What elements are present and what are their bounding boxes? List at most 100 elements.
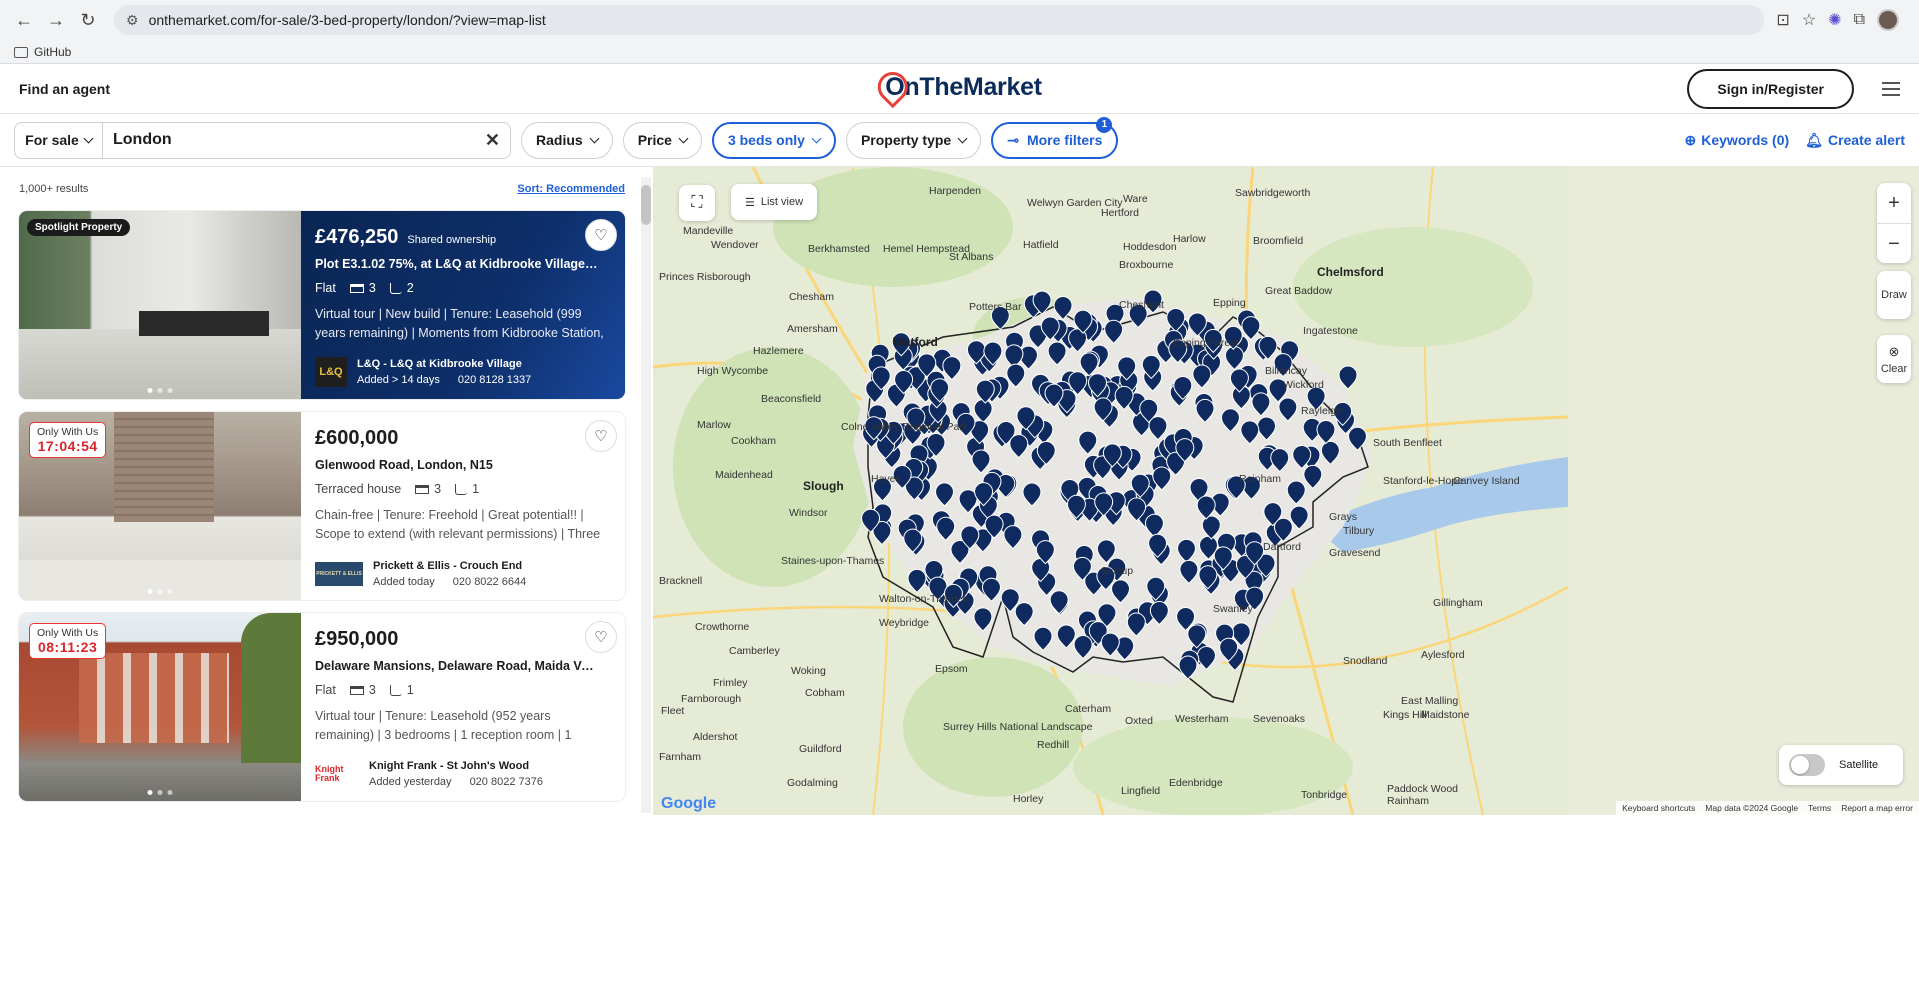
beds-label: 3 beds only [727,132,805,148]
more-filters-button[interactable]: ⊸ More filters 1 [991,116,1119,159]
bed-count: 3 [434,482,442,496]
photo-dots[interactable] [147,388,173,393]
beds-filter[interactable]: 3 beds only [711,121,836,159]
map-place-label: Broxbourne [1119,259,1174,271]
bookmark-github[interactable]: GitHub [34,45,71,59]
create-alert-button[interactable]: 🔔︎ Create alert [1805,132,1905,149]
bath-icon [389,684,402,696]
radius-label: Radius [536,132,583,148]
draw-button[interactable]: Draw [1877,271,1911,319]
bookmark-star-icon[interactable]: ☆ [1802,10,1816,30]
address-bar[interactable]: ⚙ onthemarket.com/for-sale/3-bed-propert… [114,5,1765,35]
agent-phone[interactable]: 020 8128 1337 [458,374,531,386]
map-footer: Keyboard shortcuts Map data ©2024 Google… [1616,801,1919,815]
listings-scrollbar[interactable] [641,177,651,813]
map-place-label: Hatfield [1023,239,1059,251]
list-view-label: List view [760,196,804,208]
save-heart-icon[interactable]: ♡ [585,621,617,653]
agent-phone[interactable]: 020 8022 6644 [453,576,526,588]
fullscreen-button[interactable]: ⛶ [679,185,715,221]
map-panel[interactable]: ⛶ ☰ List view + − Draw ⊗ Clear Satellite… [653,167,1919,815]
listing-card[interactable]: Spotlight Property £476,250 Shared owner… [19,211,625,399]
agent-phone[interactable]: 020 8022 7376 [470,776,543,788]
save-heart-icon[interactable]: ♡ [585,420,617,452]
more-filters-label: More filters [1026,132,1103,148]
profile-avatar[interactable] [1877,9,1899,31]
report-error-link[interactable]: Report a map error [1841,803,1913,813]
bed-count: 3 [368,281,376,295]
clear-circle-icon: ⊗ [1888,343,1900,359]
for-sale-dropdown[interactable]: For sale [15,122,103,158]
listing-title[interactable]: Glenwood Road, London, N15 [315,458,600,472]
added-date: Added today [373,576,435,588]
menu-icon[interactable] [1882,81,1900,96]
listing-card[interactable]: Only With Us 08:11:23 £950,000 Delaware … [19,613,625,801]
puzzle-icon[interactable]: ⧉ [1854,11,1865,29]
property-type-filter[interactable]: Property type [845,121,982,159]
clear-icon[interactable]: ✕ [485,130,500,151]
zoom-out-icon[interactable]: − [1877,223,1911,263]
listing-title[interactable]: Delaware Mansions, Delaware Road, Maida … [315,659,600,673]
save-heart-icon[interactable]: ♡ [585,219,617,251]
location-input[interactable]: London ✕ [103,123,510,158]
site-info-icon[interactable]: ⚙ [126,12,139,29]
list-view-button[interactable]: ☰ List view [731,184,817,220]
listing-photo[interactable]: Spotlight Property [19,211,301,399]
chevron-down-icon [957,133,968,143]
photo-dots[interactable] [147,589,173,594]
map-place-label: Rayleigh [1301,405,1342,417]
listing-card[interactable]: Only With Us 17:04:54 £600,000 Glenwood … [19,412,625,600]
map-place-label: Westerham [1175,713,1229,725]
map-place-label: Hoddesdon [1123,241,1177,253]
location-value: London [113,131,172,148]
forward-icon[interactable]: → [40,4,72,36]
map-place-label: Potters Bar [969,301,1022,313]
for-sale-label: For sale [25,132,79,148]
zoom-in-icon[interactable]: + [1888,183,1900,223]
keyboard-shortcuts-link[interactable]: Keyboard shortcuts [1622,803,1695,813]
extension-icon[interactable]: ✺ [1828,10,1841,30]
terms-link[interactable]: Terms [1808,803,1831,813]
create-alert-label: Create alert [1827,132,1905,148]
keywords-button[interactable]: ⊕ Keywords (0) [1685,132,1790,149]
agent-name[interactable]: Prickett & Ellis - Crouch End [373,560,526,572]
map-place-label: Wendover [711,239,759,251]
listing-photo[interactable]: Only With Us 17:04:54 [19,412,301,600]
map-place-label: Maidenhead [715,469,773,481]
photo-dots[interactable] [147,790,173,795]
price-label: Price [637,132,672,148]
back-icon[interactable]: ← [8,4,40,36]
map-place-label: South Benfleet [1373,437,1442,449]
onthemarket-logo[interactable]: OnTheMarket [871,65,1042,109]
property-type: Flat [315,281,336,295]
sign-in-button[interactable]: Sign in/Register [1687,68,1854,109]
clear-button[interactable]: ⊗ Clear [1877,335,1911,383]
map-place-label: Horley [1013,793,1044,805]
browser-chrome: ← → ↻ ⚙ onthemarket.com/for-sale/3-bed-p… [0,0,1919,64]
satellite-toggle[interactable]: Satellite [1779,745,1903,785]
agent-name[interactable]: L&Q - L&Q at Kidbrooke Village [357,358,531,370]
sort-link[interactable]: Sort: Recommended [517,183,625,195]
clear-label: Clear [1880,362,1908,375]
listing-description: Chain-free | Tenure: Freehold | Great po… [315,508,601,541]
map-place-label: Tonbridge [1301,789,1348,801]
spotlight-label: Spotlight Property [27,219,131,236]
find-agent-link[interactable]: Find an agent [19,81,110,97]
list-icon: ☰ [744,196,755,209]
map-place-label: Edenbridge [1169,777,1223,789]
map-data-text: Map data ©2024 Google [1705,803,1799,813]
map-place-label: Weybridge [879,617,929,629]
radius-filter[interactable]: Radius [521,121,613,159]
map-place-label: Dartford [1263,541,1301,553]
property-type: Flat [315,683,336,697]
agent-name[interactable]: Knight Frank - St John's Wood [369,760,543,772]
satellite-switch[interactable] [1789,754,1825,776]
install-icon[interactable]: ⊡ [1776,10,1789,30]
badge-text: Only With Us [37,627,99,639]
bed-count: 3 [368,683,376,697]
listing-photo[interactable]: Only With Us 08:11:23 [19,613,301,801]
price-filter[interactable]: Price [622,121,702,159]
map-place-label: Bracknell [659,575,703,587]
listing-title[interactable]: Plot E3.1.02 75%, at L&Q at Kidbrooke Vi… [315,257,600,271]
reload-icon[interactable]: ↻ [72,4,104,36]
